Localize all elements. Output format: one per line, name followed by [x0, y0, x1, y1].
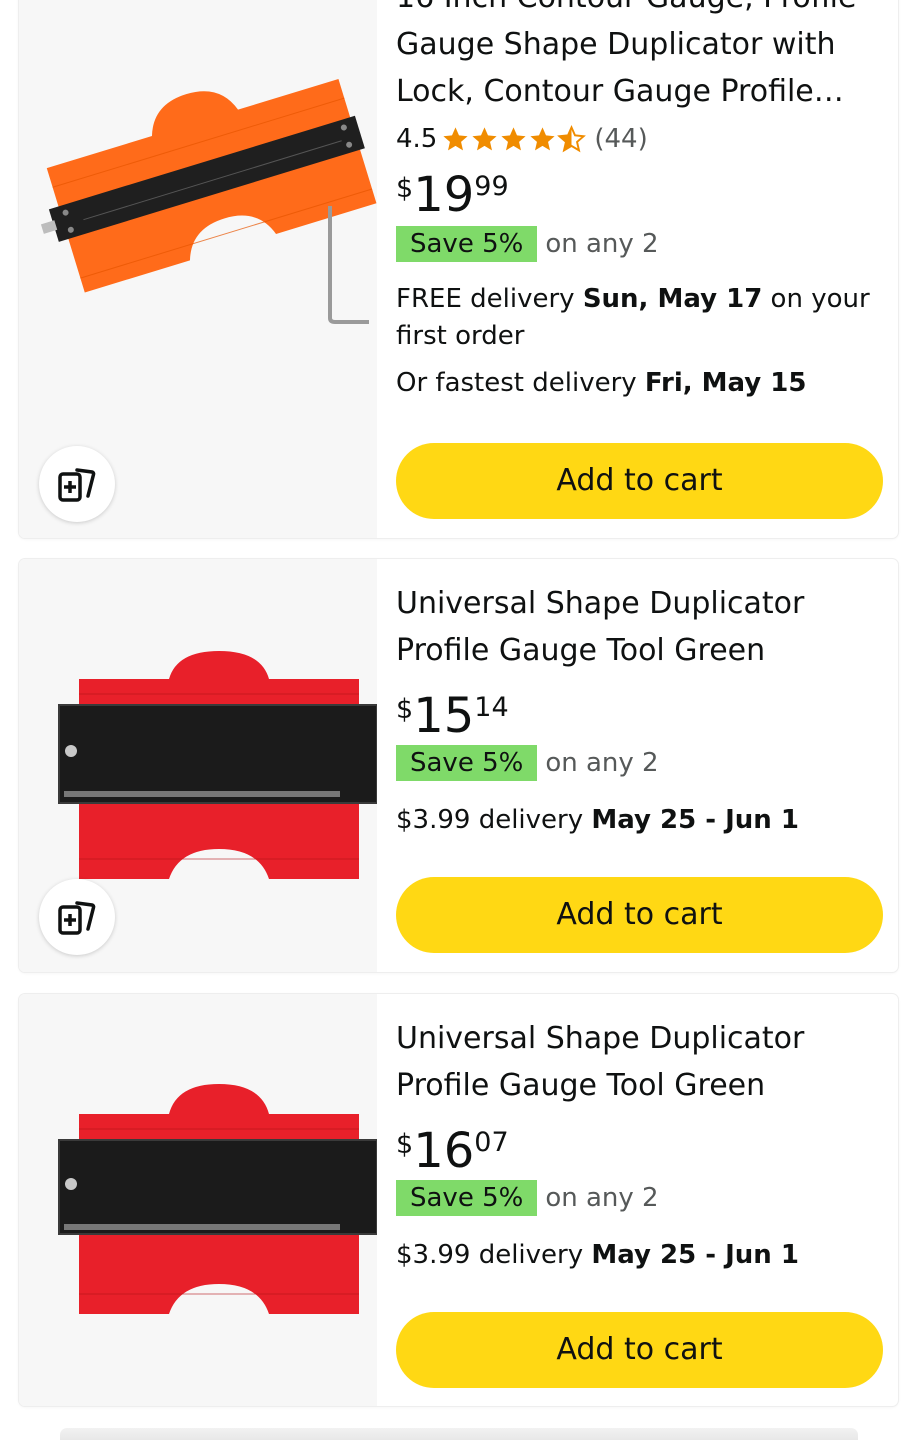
product-image-panel[interactable] [19, 0, 377, 538]
product-card[interactable]: 16 Inch Contour Gauge, Profile Gauge Sha… [19, 0, 898, 538]
add-to-compare-icon [58, 901, 96, 935]
product-image-panel[interactable] [19, 559, 377, 972]
delivery-info: $3.99 delivery May 25 - Jun 1 [396, 1237, 883, 1274]
price: $ 15 14 [396, 688, 883, 744]
save-condition: on any 2 [545, 1183, 659, 1213]
fastest-delivery-info: Or fastest delivery Fri, May 15 [396, 365, 883, 402]
save-condition: on any 2 [545, 748, 659, 778]
star-full-icon [472, 126, 497, 150]
coupon-row: Save 5% on any 2 [396, 1179, 883, 1217]
star-full-icon [443, 126, 468, 150]
product-image-panel[interactable] [19, 994, 377, 1406]
star-rating [441, 124, 587, 154]
price-symbol: $ [396, 1129, 414, 1160]
price: $ 19 99 [396, 167, 883, 223]
delivery-date: Sun, May 17 [582, 284, 763, 314]
delivery-info: $3.99 delivery May 25 - Jun 1 [396, 802, 883, 839]
product-title[interactable]: 16 Inch Contour Gauge, Profile Gauge Sha… [396, 0, 883, 115]
save-badge: Save 5% [396, 1180, 538, 1216]
add-to-cart-button[interactable]: Add to cart [396, 877, 883, 953]
delivery-date: Fri, May 15 [644, 368, 807, 398]
rating-row[interactable]: 4.5 (44) [396, 119, 883, 159]
delivery-date: May 25 - Jun 1 [591, 1240, 799, 1270]
delivery-prefix: $3.99 delivery [396, 1240, 592, 1270]
add-to-compare-button[interactable] [39, 446, 115, 522]
coupon-row: Save 5% on any 2 [396, 225, 883, 263]
price-fraction: 99 [474, 171, 509, 202]
price-whole: 15 [413, 688, 475, 744]
delivery-prefix: Or fastest delivery [396, 368, 645, 398]
product-card[interactable]: Universal Shape Duplicator Profile Gauge… [19, 559, 898, 972]
price-whole: 19 [413, 167, 475, 223]
price-fraction: 07 [474, 1127, 509, 1158]
price-whole: 16 [413, 1123, 475, 1179]
contour-gauge-red-image [58, 1084, 377, 1314]
delivery-date: May 25 - Jun 1 [591, 805, 799, 835]
price-symbol: $ [396, 173, 414, 204]
rating-count[interactable]: (44) [594, 124, 647, 154]
product-card[interactable]: Universal Shape Duplicator Profile Gauge… [19, 994, 898, 1406]
coupon-row: Save 5% on any 2 [396, 744, 883, 782]
rating-value: 4.5 [396, 124, 438, 154]
price: $ 16 07 [396, 1123, 883, 1179]
price-symbol: $ [396, 694, 414, 725]
product-title[interactable]: Universal Shape Duplicator Profile Gauge… [396, 580, 883, 674]
save-badge: Save 5% [396, 745, 538, 781]
add-to-compare-icon [58, 468, 96, 502]
delivery-prefix: $3.99 delivery [396, 805, 592, 835]
add-to-cart-button[interactable]: Add to cart [396, 443, 883, 519]
star-full-icon [530, 126, 555, 150]
delivery-info: FREE delivery Sun, May 17 on your first … [396, 281, 883, 355]
add-to-compare-button[interactable] [39, 879, 115, 955]
delivery-prefix: FREE delivery [396, 284, 583, 314]
star-half-icon [557, 124, 587, 152]
add-to-cart-button[interactable]: Add to cart [396, 1312, 883, 1388]
product-title[interactable]: Universal Shape Duplicator Profile Gauge… [396, 1015, 883, 1109]
price-fraction: 14 [474, 692, 509, 723]
save-badge: Save 5% [396, 226, 538, 262]
save-condition: on any 2 [545, 229, 659, 259]
next-card-edge [60, 1428, 858, 1440]
star-full-icon [501, 126, 526, 150]
